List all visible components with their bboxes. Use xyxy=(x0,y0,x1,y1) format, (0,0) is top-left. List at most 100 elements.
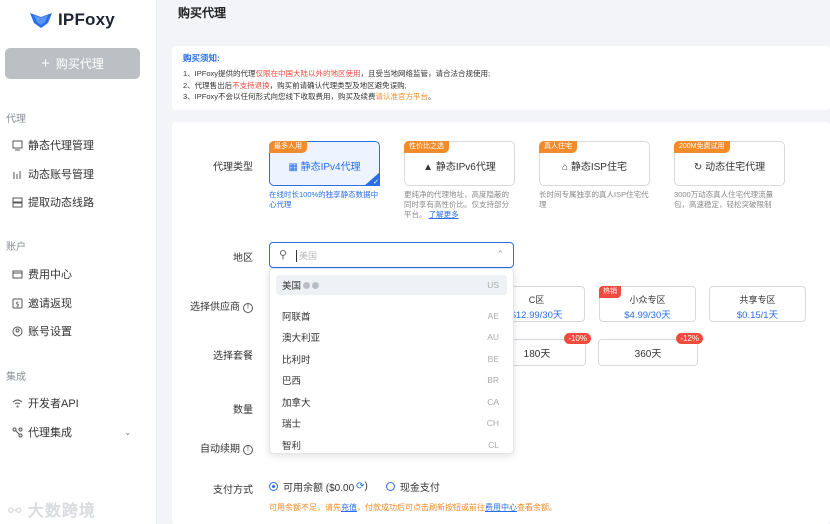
user-icon xyxy=(12,326,23,337)
sidebar-item-proxy-integration[interactable]: 代理集成 ⌄ xyxy=(12,424,132,440)
svg-text:$: $ xyxy=(15,300,19,308)
refresh-icon[interactable]: ⟳ xyxy=(356,481,364,492)
supplier-name: 共享专区 xyxy=(739,295,776,305)
proxy-type-name-text: 动态住宅代理 xyxy=(705,162,766,173)
chevron-down-icon: ⌄ xyxy=(124,426,132,437)
notice-text: 1、IPFoxy提供的代理 xyxy=(183,69,256,78)
ipv6-badge-icon xyxy=(312,281,320,289)
proxy-type-desc: 长时间专属独享的真人ISP住宅代理 xyxy=(539,190,649,209)
bars-icon xyxy=(12,169,23,180)
notice-highlight: 仅限在中国大陆以外的地区使用 xyxy=(255,69,361,78)
region-option-ca[interactable]: 加拿大 CA xyxy=(276,392,507,412)
plus-icon: + xyxy=(41,55,50,72)
supplier-label-text: 选择供应商 xyxy=(190,302,240,313)
auto-renew-label: 自动续期! xyxy=(183,440,253,455)
sidebar-item-label: 静态代理管理 xyxy=(28,140,94,152)
nav-section-proxy: 代理 xyxy=(6,114,26,125)
region-option-us[interactable]: 美国 US xyxy=(276,275,507,295)
sidebar-item-billing[interactable]: 费用中心 xyxy=(12,266,72,282)
refresh-cycle-icon: ↻ xyxy=(693,162,703,173)
selected-check-icon: ✓ xyxy=(364,172,380,186)
nav-section-integration: 集成 xyxy=(6,372,26,383)
cash-radio[interactable] xyxy=(385,482,395,491)
package-label-text: 180天 xyxy=(523,349,551,360)
sidebar-item-account-settings[interactable]: 账号设置 xyxy=(12,323,72,339)
notice-text: ，购买前请确认代理类型及地区避免误购; xyxy=(269,80,407,90)
sidebar-item-referral[interactable]: $ 邀请返现 xyxy=(12,295,72,311)
sidebar-item-extract-lines[interactable]: 提取动态线路 xyxy=(12,194,94,210)
proxy-type-name: ▲ 静态IPv6代理 xyxy=(405,158,514,173)
payment-note-text: 可用余额不足，请先 xyxy=(269,503,341,512)
quantity-label: 数量 xyxy=(233,405,253,416)
sidebar-item-label: 代理集成 xyxy=(28,427,72,439)
supplier-option[interactable]: 热销 小众专区 $4.99/30天 xyxy=(599,286,696,322)
notice-highlight: 请认准官方平台 xyxy=(375,92,429,101)
region-name: 瑞士 xyxy=(282,419,302,430)
wifi-icon xyxy=(12,398,23,409)
proxy-type-desc: 更纯净的代理地址，高度隐蔽的同时享有高性价比。仅支持部分平台。 了解更多 xyxy=(404,190,514,220)
sidebar-item-dynamic-account[interactable]: 动态账号管理 xyxy=(12,166,94,182)
region-search-input[interactable]: ⚲ 美国 ⌃ xyxy=(269,242,514,268)
sidebar-item-developer-api[interactable]: 开发者API xyxy=(12,395,79,411)
notice-text: 。 xyxy=(428,92,436,101)
app-name: IPFoxy xyxy=(58,10,115,29)
region-label: 地区 xyxy=(233,253,253,264)
region-name: 巴西 xyxy=(282,376,302,387)
proxy-type-name-text: 静态ISP住宅 xyxy=(570,162,627,173)
proxy-type-static-ipv4[interactable]: 最多人用 ▦ 静态IPv4代理 ✓ xyxy=(269,141,380,186)
region-option-au[interactable]: 澳大利亚 AU xyxy=(276,327,507,347)
nav-section-account: 账户 xyxy=(6,242,26,253)
region-name: 美国 xyxy=(282,281,302,292)
balance-label: 可用余额 ($0.00 xyxy=(283,483,355,494)
region-option-ch[interactable]: 瑞士 CH xyxy=(276,413,507,433)
recharge-link[interactable]: 充值 xyxy=(341,503,357,512)
fox-logo-icon xyxy=(30,13,52,28)
proxy-type-desc: 3000万动态真人住宅代理流量包，高速稳定，轻松突破限制 xyxy=(674,190,774,209)
sidebar-item-label: 邀请返现 xyxy=(28,298,72,310)
package-option[interactable]: 360天 -12% xyxy=(598,333,703,366)
sidebar-item-label: 动态账号管理 xyxy=(28,169,94,181)
learn-more-link[interactable]: 了解更多 xyxy=(429,210,459,219)
sidebar-item-static-proxy[interactable]: 静态代理管理 xyxy=(12,137,94,153)
supplier-option[interactable]: 共享专区 $0.15/1天 xyxy=(709,286,806,322)
hot-badge: 热销 xyxy=(599,286,621,298)
server-icon xyxy=(12,197,23,208)
buy-proxy-button[interactable]: + 购买代理 xyxy=(5,48,140,79)
billing-center-link[interactable]: 费用中心 xyxy=(485,503,517,512)
proxy-type-tag: 真人住宅 xyxy=(539,141,577,153)
region-option-be[interactable]: 比利时 BE xyxy=(276,349,507,369)
proxy-type-name: ▦ 静态IPv4代理 xyxy=(270,158,379,173)
payment-note: 可用余额不足，请先充值，付款成功后可点击刷新按钮或前往费用中心查看余额。 xyxy=(269,502,557,513)
notice-line-1: 1、IPFoxy提供的代理仅限在中国大陆以外的地区使用，且受当地网络监管，请合法… xyxy=(183,68,819,80)
balance-radio[interactable] xyxy=(269,482,278,491)
region-option-ae[interactable]: 阿联酋 AE xyxy=(276,306,507,326)
payment-note-text: 查看余额。 xyxy=(517,503,557,512)
region-option-cl[interactable]: 智利 CL xyxy=(276,435,507,453)
sidebar: IPFoxy + 购买代理 代理 静态代理管理 动态账号管理 提取动态线路 账户… xyxy=(0,0,157,524)
cash-label: 现金支付 xyxy=(399,483,440,494)
proxy-type-name: ⌂ 静态ISP住宅 xyxy=(540,158,649,173)
monitor-icon xyxy=(12,140,23,151)
supplier-label: 选择供应商! xyxy=(183,298,253,313)
balance-close: ) xyxy=(364,481,368,492)
notice-text: 3、IPFoxy不会以任何形式向您线下收取费用，购买及续费 xyxy=(183,92,376,101)
proxy-type-desc: 在线时长100%的独享静态数据中心代理 xyxy=(269,190,379,209)
region-code: BR xyxy=(487,375,499,385)
notice-line-3: 3、IPFoxy不会以任何形式向您线下收取费用，购买及续费请认准官方平台。 xyxy=(183,91,819,103)
proxy-type-static-isp[interactable]: 真人住宅 ⌂ 静态ISP住宅 xyxy=(539,141,650,186)
proxy-type-dynamic-residential[interactable]: 200M免费试用 ↻ 动态住宅代理 xyxy=(674,141,785,186)
app-logo[interactable]: IPFoxy xyxy=(30,10,115,30)
region-option-br[interactable]: 巴西 BR xyxy=(276,370,507,390)
chevron-up-icon[interactable]: ⌃ xyxy=(496,249,504,260)
proxy-type-name-text: 静态IPv4代理 xyxy=(300,162,361,173)
wallet-icon xyxy=(12,269,23,280)
region-name: 阿联酋 xyxy=(282,312,311,323)
proxy-type-static-ipv6[interactable]: 性价比之选 ▲ 静态IPv6代理 xyxy=(404,141,515,186)
sidebar-item-label: 费用中心 xyxy=(28,269,72,281)
help-icon[interactable]: ! xyxy=(243,445,253,455)
region-name: 智利 xyxy=(282,441,302,452)
search-icon: ⚲ xyxy=(279,249,288,261)
package-label-text: 360天 xyxy=(634,349,662,360)
help-icon[interactable]: ! xyxy=(243,303,253,313)
grid-icon: ▦ xyxy=(288,162,298,173)
